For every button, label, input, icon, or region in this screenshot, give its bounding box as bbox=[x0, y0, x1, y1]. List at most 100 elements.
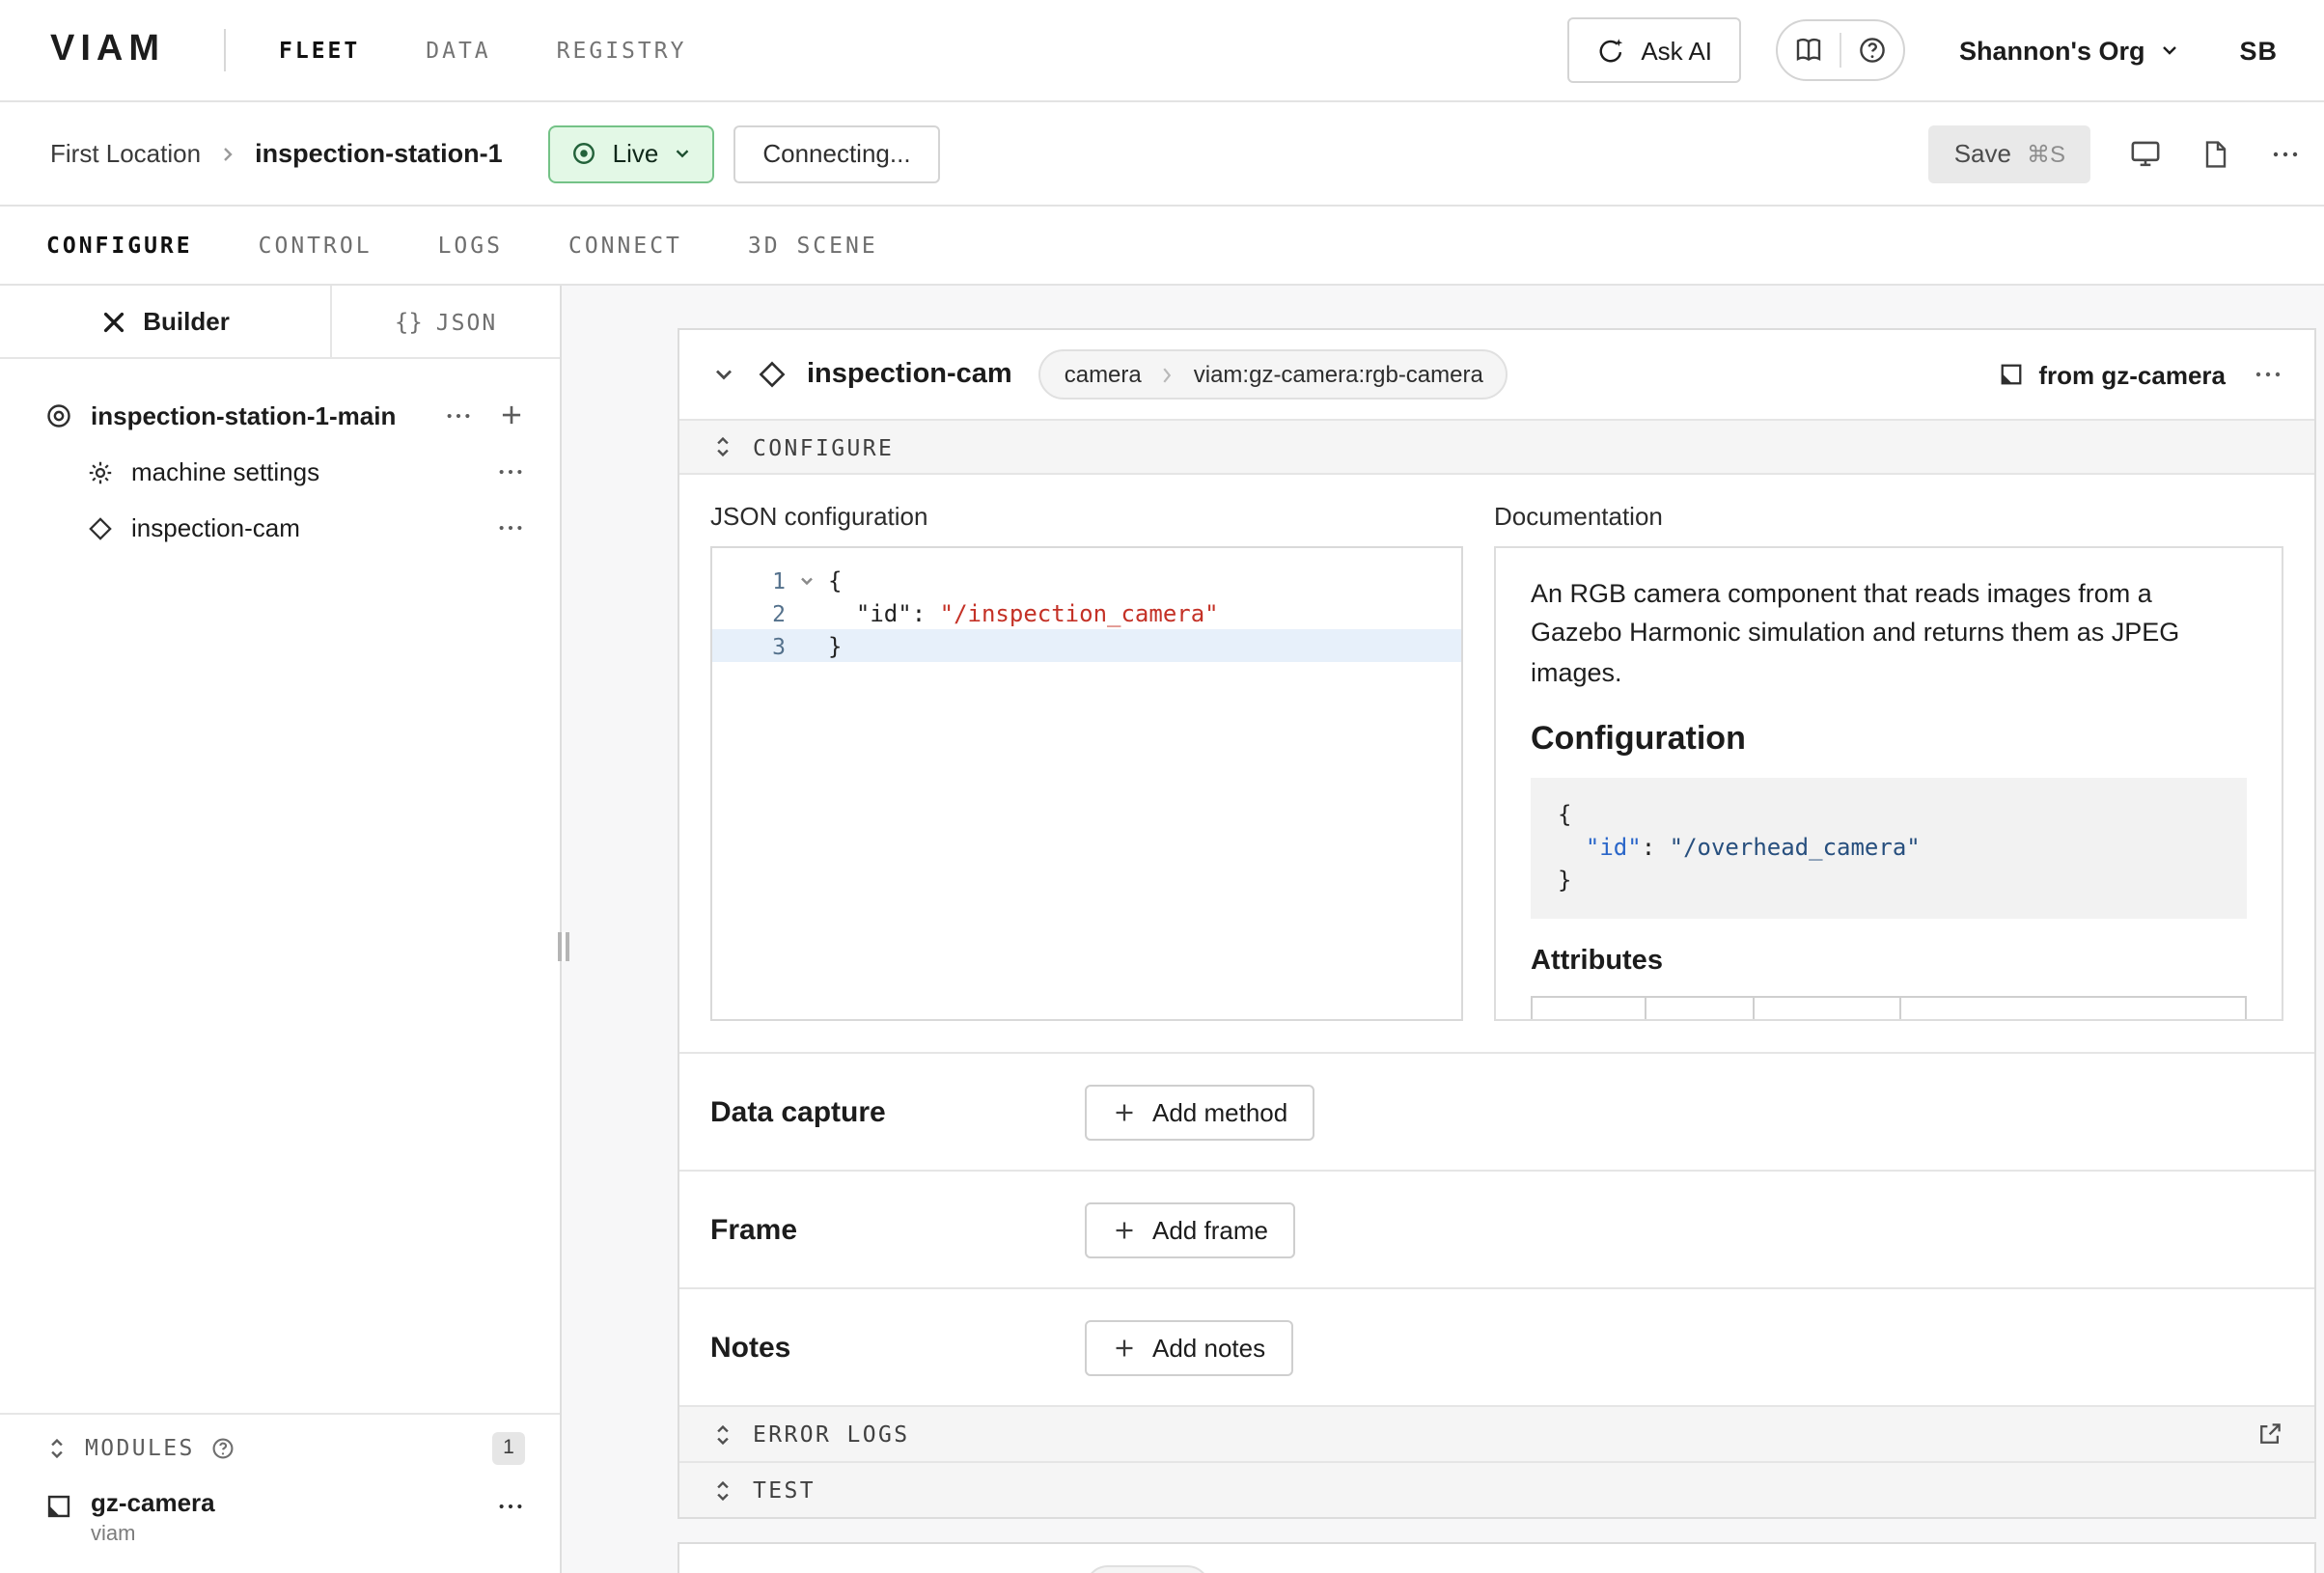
tab-configure[interactable]: CONFIGURE bbox=[46, 232, 193, 259]
unfold-icon bbox=[710, 1477, 735, 1503]
code-string-value: "/inspection_camera" bbox=[940, 599, 1219, 626]
user-avatar[interactable]: SB bbox=[2239, 36, 2278, 65]
ask-ai-button[interactable]: Ask AI bbox=[1567, 17, 1741, 83]
modules-count-badge: 1 bbox=[492, 1431, 525, 1464]
live-label: Live bbox=[613, 139, 659, 168]
add-frame-label: Add frame bbox=[1152, 1215, 1268, 1244]
section-label: Notes bbox=[710, 1331, 1085, 1364]
connecting-button[interactable]: Connecting... bbox=[733, 124, 939, 182]
viam-logo[interactable]: VIAM bbox=[50, 29, 165, 71]
tab-connect[interactable]: CONNECT bbox=[568, 232, 682, 259]
documentation-panel[interactable]: An RGB camera component that reads image… bbox=[1494, 546, 2283, 1021]
modules-help-icon[interactable] bbox=[210, 1435, 235, 1460]
plus-icon bbox=[1112, 1099, 1137, 1124]
doc-code-key: "id" bbox=[1586, 834, 1642, 861]
docs-book-icon[interactable] bbox=[1778, 21, 1840, 79]
diamond-component-icon bbox=[757, 359, 788, 390]
component-title: inspection-cam bbox=[807, 359, 1012, 390]
module-overflow-icon[interactable] bbox=[496, 1492, 525, 1521]
braces-icon: {} bbox=[395, 308, 423, 335]
nav-item-fleet[interactable]: FLEET bbox=[279, 37, 360, 64]
part-overflow-icon[interactable] bbox=[444, 400, 473, 429]
tree-item-machine-settings[interactable]: machine settings bbox=[0, 444, 560, 500]
add-component-icon[interactable] bbox=[498, 401, 525, 428]
json-mode-toggle[interactable]: {} JSON bbox=[330, 286, 560, 357]
plus-icon bbox=[1112, 1217, 1137, 1242]
fold-chevron-icon[interactable] bbox=[786, 570, 828, 590]
component-card-header: inspection-cam camera viam:gz-camera:rgb… bbox=[679, 330, 2314, 419]
topnav-right: Ask AI Sha bbox=[1567, 17, 2305, 83]
top-nav: VIAM FLEET DATA REGISTRY Ask AI bbox=[0, 0, 2324, 102]
module-org: viam bbox=[91, 1523, 215, 1546]
ask-ai-sparkle-icon bbox=[1596, 36, 1625, 65]
error-logs-label: ERROR LOGS bbox=[753, 1421, 910, 1448]
machine-header-bar: First Location inspection-station-1 Live… bbox=[0, 102, 2324, 207]
add-notes-button[interactable]: Add notes bbox=[1085, 1319, 1292, 1375]
tree-item-machine-main[interactable]: inspection-station-1-main bbox=[0, 386, 560, 444]
monitor-icon[interactable] bbox=[2129, 137, 2162, 170]
card-overflow-icon[interactable] bbox=[2253, 359, 2283, 390]
add-method-button[interactable]: Add method bbox=[1085, 1084, 1314, 1140]
add-frame-button[interactable]: Add frame bbox=[1085, 1201, 1295, 1257]
module-icon bbox=[44, 1492, 73, 1521]
component-tree: inspection-station-1-main machine bbox=[0, 359, 560, 556]
card-collapse-chevron-icon[interactable] bbox=[710, 361, 737, 388]
tag-separator-chevron-icon bbox=[1157, 364, 1178, 385]
doc-attributes-table bbox=[1531, 996, 2247, 1021]
diamond-component-icon bbox=[87, 514, 114, 541]
module-card-header: gz-camera by viam module Registry bbox=[679, 1544, 2314, 1573]
from-module-link[interactable]: from gz-camera bbox=[1998, 360, 2226, 389]
code-text: { bbox=[828, 566, 842, 593]
documentation-label: Documentation bbox=[1494, 502, 2283, 531]
section-notes: Notes Add notes bbox=[679, 1287, 2314, 1405]
doc-configuration-heading: Configuration bbox=[1531, 720, 2247, 759]
modules-header[interactable]: MODULES 1 bbox=[0, 1415, 560, 1480]
tree-item-label: machine settings bbox=[131, 457, 319, 486]
item-overflow-icon[interactable] bbox=[496, 513, 525, 542]
configure-section-label: CONFIGURE bbox=[753, 433, 894, 460]
json-mode-label: JSON bbox=[436, 308, 497, 335]
document-icon[interactable] bbox=[2200, 138, 2231, 169]
code-text: } bbox=[828, 632, 842, 659]
component-card-inspection-cam: inspection-cam camera viam:gz-camera:rgb… bbox=[678, 328, 2316, 1519]
component-type-tag: camera bbox=[1065, 361, 1142, 388]
chevron-down-icon bbox=[2158, 39, 2181, 62]
ask-ai-label: Ask AI bbox=[1641, 36, 1712, 65]
external-link-icon[interactable] bbox=[2256, 1421, 2283, 1448]
json-config-label: JSON configuration bbox=[710, 502, 1463, 531]
module-item-gz-camera[interactable]: gz-camera viam bbox=[0, 1480, 560, 1546]
sidebar-resize-handle[interactable] bbox=[558, 932, 569, 961]
config-sidebar: Builder {} JSON inspection-station-1-mai… bbox=[0, 286, 562, 1573]
editor-line-active: 3 } bbox=[712, 629, 1461, 662]
code-colon: : bbox=[912, 599, 940, 626]
machine-part-icon bbox=[44, 400, 73, 429]
tab-logs[interactable]: LOGS bbox=[438, 232, 503, 259]
test-section-bar[interactable]: TEST bbox=[679, 1461, 2314, 1517]
unfold-icon bbox=[710, 1421, 735, 1447]
section-label: Data capture bbox=[710, 1095, 1085, 1128]
tree-item-inspection-cam[interactable]: inspection-cam bbox=[0, 500, 560, 556]
configure-section-bar[interactable]: CONFIGURE bbox=[679, 419, 2314, 475]
nav-item-data[interactable]: DATA bbox=[426, 37, 490, 64]
save-button[interactable]: Save ⌘S bbox=[1929, 124, 2090, 182]
component-tags: camera viam:gz-camera:rgb-camera bbox=[1039, 349, 1508, 400]
tab-control[interactable]: CONTROL bbox=[259, 232, 373, 259]
builder-mode-toggle[interactable]: Builder bbox=[0, 286, 330, 357]
live-broadcast-icon bbox=[570, 139, 599, 168]
breadcrumb-location[interactable]: First Location bbox=[50, 139, 201, 168]
org-menu[interactable]: Shannon's Org bbox=[1959, 36, 2181, 65]
item-overflow-icon[interactable] bbox=[496, 457, 525, 486]
builder-label: Builder bbox=[143, 307, 230, 336]
tab-3d-scene[interactable]: 3D SCENE bbox=[748, 232, 878, 259]
help-icon[interactable] bbox=[1841, 21, 1903, 79]
nav-item-registry[interactable]: REGISTRY bbox=[557, 37, 687, 64]
editor-line: 2 "id": "/inspection_camera" bbox=[712, 596, 1461, 629]
error-logs-section-bar[interactable]: ERROR LOGS bbox=[679, 1405, 2314, 1461]
add-method-label: Add method bbox=[1152, 1097, 1287, 1126]
json-editor[interactable]: 1 { 2 "id": "/inspection_camera" bbox=[710, 546, 1463, 1021]
module-icon bbox=[1998, 361, 2025, 388]
collapse-unfold-icon bbox=[44, 1435, 69, 1460]
editor-line: 1 { bbox=[712, 564, 1461, 596]
live-status-badge[interactable]: Live bbox=[549, 124, 715, 182]
overflow-menu-icon[interactable] bbox=[2270, 138, 2301, 169]
